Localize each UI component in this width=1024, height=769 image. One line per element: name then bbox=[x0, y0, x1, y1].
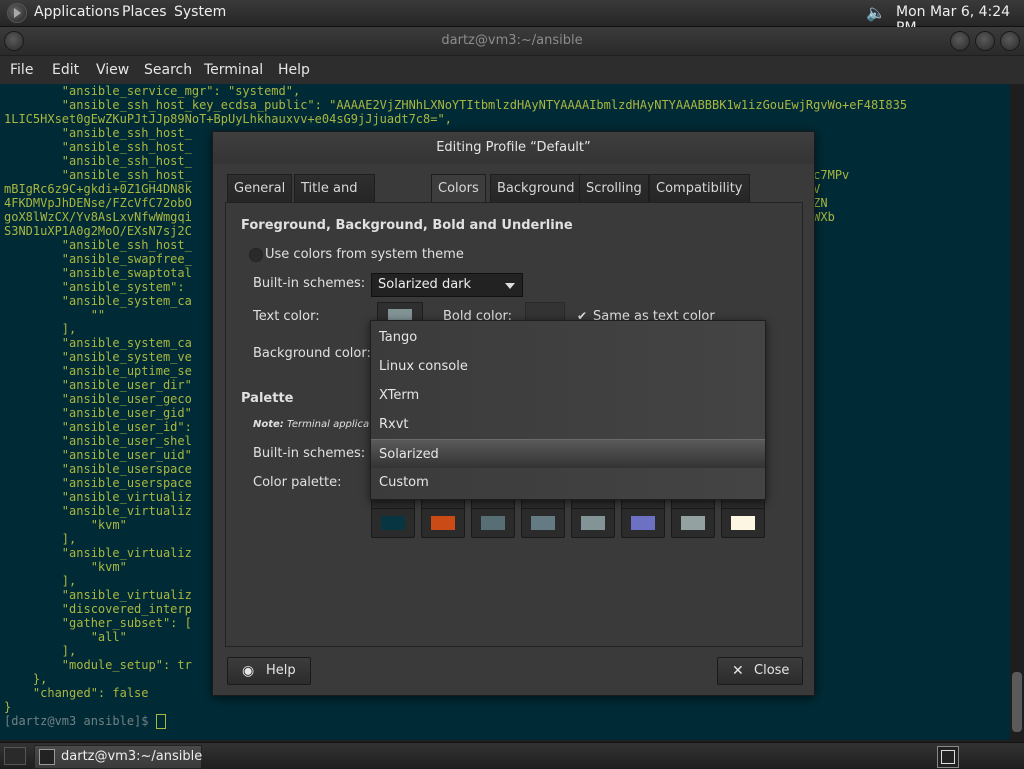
palette-swatch-color bbox=[531, 516, 555, 530]
builtin-schemes-label: Built-in schemes: bbox=[253, 276, 366, 291]
shell-prompt: [dartz@vm3 ansible]$ bbox=[4, 714, 156, 728]
tab-title-and-command[interactable]: Title and Command bbox=[294, 174, 375, 223]
fg-section-heading: Foreground, Background, Bold and Underli… bbox=[241, 218, 573, 233]
palette-schemes-label: Built-in schemes: bbox=[253, 446, 366, 461]
terminal-icon bbox=[39, 749, 55, 765]
option-tango[interactable]: Tango bbox=[371, 323, 765, 352]
window-title: dartz@vm3:~/ansible bbox=[0, 27, 1024, 55]
tab-colors[interactable]: Colors bbox=[431, 174, 486, 203]
palette-note-bold: Note: bbox=[253, 419, 284, 430]
taskbar-window-label: dartz@vm3:~/ansible bbox=[61, 749, 203, 764]
show-desktop-icon[interactable] bbox=[4, 747, 26, 765]
cursor bbox=[155, 714, 166, 729]
help-button-label: Help bbox=[266, 663, 296, 678]
palette-heading: Palette bbox=[241, 391, 294, 406]
close-window-button[interactable] bbox=[1000, 31, 1020, 51]
palette-swatch[interactable] bbox=[671, 508, 715, 538]
terminal-scrollbar[interactable] bbox=[1010, 84, 1024, 740]
menu-terminal[interactable]: Terminal bbox=[204, 62, 263, 78]
color-palette-label: Color palette: bbox=[253, 475, 342, 490]
palette-swatch[interactable] bbox=[371, 508, 415, 538]
palette-swatch[interactable] bbox=[521, 508, 565, 538]
scrollbar-thumb[interactable] bbox=[1012, 672, 1022, 732]
option-custom[interactable]: Custom bbox=[371, 468, 765, 497]
bottom-taskbar: dartz@vm3:~/ansible bbox=[0, 742, 1024, 769]
maximize-button[interactable] bbox=[975, 31, 995, 51]
minimize-button[interactable] bbox=[950, 31, 970, 51]
background-color-label: Background color: bbox=[253, 346, 371, 361]
option-linux-console[interactable]: Linux console bbox=[371, 352, 765, 381]
tab-compatibility[interactable]: Compatibility bbox=[649, 174, 750, 202]
menu-help[interactable]: Help bbox=[278, 62, 310, 78]
tab-scrolling[interactable]: Scrolling bbox=[579, 174, 649, 202]
chevron-down-icon bbox=[505, 283, 515, 289]
use-system-colors-checkbox[interactable] bbox=[249, 248, 263, 262]
palette-swatch[interactable] bbox=[421, 508, 465, 538]
schemes-dropdown-list[interactable]: Tango Linux console XTerm Rxvt Solarized… bbox=[370, 320, 766, 500]
option-rxvt[interactable]: Rxvt bbox=[371, 410, 765, 439]
distro-logo-icon[interactable] bbox=[7, 3, 27, 23]
palette-swatch-color bbox=[631, 516, 655, 530]
terminal-menubar: File Edit View Search Terminal Help bbox=[0, 56, 1024, 84]
palette-swatch-color bbox=[481, 516, 505, 530]
palette-swatch[interactable] bbox=[721, 508, 765, 538]
palette-note-text: Terminal applicat bbox=[283, 419, 373, 430]
palette-swatch-color bbox=[431, 516, 455, 530]
menu-search[interactable]: Search bbox=[144, 62, 192, 78]
volume-icon[interactable]: 🔈 bbox=[866, 3, 886, 23]
menu-edit[interactable]: Edit bbox=[52, 62, 79, 78]
palette-swatch-color bbox=[381, 516, 405, 530]
help-button[interactable]: ◉ Help bbox=[227, 657, 311, 685]
taskbar-window-button[interactable]: dartz@vm3:~/ansible bbox=[34, 745, 202, 769]
tab-general[interactable]: General bbox=[227, 174, 293, 202]
help-icon: ◉ bbox=[242, 663, 255, 679]
palette-note: Note: Terminal applicat bbox=[253, 419, 373, 430]
palette-swatch-color bbox=[681, 516, 705, 530]
close-icon: ✕ bbox=[732, 663, 744, 679]
workspace-thumbnail bbox=[941, 750, 955, 764]
use-system-colors-label: Use colors from system theme bbox=[265, 247, 464, 262]
text-color-label: Text color: bbox=[253, 309, 320, 324]
palette-swatch-color bbox=[731, 516, 755, 530]
option-solarized[interactable]: Solarized bbox=[371, 439, 765, 468]
tab-background[interactable]: Background bbox=[490, 174, 582, 202]
builtin-schemes-value: Solarized dark bbox=[378, 277, 472, 292]
close-button-label: Close bbox=[754, 663, 790, 678]
palette-swatch[interactable] bbox=[571, 508, 615, 538]
dialog-title: Editing Profile “Default” bbox=[213, 132, 814, 164]
terminal-prompt-line[interactable]: [dartz@vm3 ansible]$ bbox=[0, 714, 1010, 729]
top-panel: Applications Places System 🔈 Mon Mar 6, … bbox=[0, 0, 1024, 36]
menu-file[interactable]: File bbox=[10, 62, 33, 78]
palette-swatch[interactable] bbox=[621, 508, 665, 538]
workspace-switcher-icon[interactable] bbox=[937, 746, 959, 768]
window-menu-icon[interactable] bbox=[4, 31, 24, 51]
system-menu[interactable]: System bbox=[174, 4, 226, 20]
close-button[interactable]: ✕ Close bbox=[717, 657, 803, 685]
option-xterm[interactable]: XTerm bbox=[371, 381, 765, 410]
places-menu[interactable]: Places bbox=[122, 4, 167, 20]
applications-menu[interactable]: Applications bbox=[34, 4, 120, 20]
menu-view[interactable]: View bbox=[96, 62, 129, 78]
builtin-schemes-select[interactable]: Solarized dark bbox=[371, 273, 523, 297]
palette-swatch-color bbox=[581, 516, 605, 530]
palette-swatch[interactable] bbox=[471, 508, 515, 538]
